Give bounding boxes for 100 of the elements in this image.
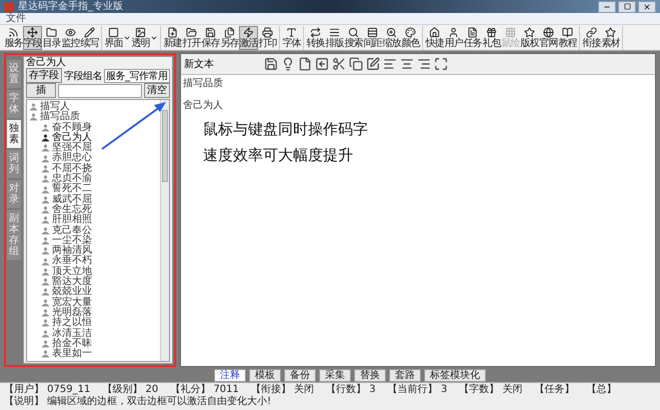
toolbar-button[interactable]: 教程 [558,26,577,50]
tree-item[interactable]: 赤胆忠心 [52,153,92,164]
back-icon[interactable] [315,57,329,71]
file-icon[interactable] [298,57,312,71]
toolbar-button[interactable]: 字体 [282,26,301,50]
tree-item[interactable]: 宽宏大量 [52,298,92,308]
align-right-icon[interactable] [417,57,431,71]
person-icon [41,350,50,358]
clear-button[interactable]: 清空 [144,83,170,98]
toolbar-button[interactable]: 缩放 [382,26,401,50]
insert-button[interactable]: 插 [26,83,56,98]
tree-item[interactable]: 兢兢业业 [52,287,92,298]
toolbar-button[interactable]: 颜色 [401,26,420,50]
tree-item[interactable]: 描写品质 [40,112,80,123]
save-field-button[interactable]: 存字段 [26,68,62,83]
toolbar-button[interactable]: 目录 [42,26,61,50]
toolbar-button[interactable]: 衔接 [582,26,601,50]
tree-item[interactable]: 奋不顾身 [52,122,92,133]
status-item: 【当前行】 3 [388,384,448,396]
toolbar-button[interactable]: 快捷 [425,26,444,50]
toolbar-button[interactable]: 转换 [306,26,325,50]
tree-item[interactable]: 表里如一 [52,349,92,360]
toolbar-button[interactable]: 打开 [182,26,201,50]
toolbar-button[interactable]: 搜索 [344,26,363,50]
group-label: 字段组名 [64,70,102,82]
side-tab[interactable]: 独素 [7,120,21,148]
tree-item[interactable]: 舍己为人 [52,132,92,144]
text-field[interactable] [58,84,142,98]
lightbulb-icon[interactable] [281,57,295,71]
toolbar-button[interactable]: 官网 [539,26,558,50]
toolbar-button[interactable]: 透明 [131,26,150,50]
toolbar-button[interactable]: 用户 [444,26,463,50]
scissors-icon[interactable] [332,57,346,71]
align-left-icon[interactable] [383,57,397,71]
toolbar-button[interactable]: 新建 [163,26,182,50]
person-icon [41,124,50,132]
toolbar-button[interactable]: 礼包 [482,26,501,50]
fullscreen-icon[interactable] [434,57,448,71]
toolbar-button[interactable]: 监控 [61,26,80,50]
toolbar-button[interactable]: 排版 [325,26,344,50]
person-icon [41,144,50,152]
maximize-icon [624,3,630,10]
toolbar-button[interactable]: 版权 [520,26,539,50]
close-button[interactable] [638,0,656,12]
bottom-tab[interactable]: 套路 [389,369,421,382]
bottom-tab[interactable]: 替换 [354,369,386,382]
toolbar-button[interactable]: 任务 [463,26,482,50]
status-item: 【衔接】 关闭 [250,384,314,396]
copy-icon[interactable] [349,57,363,71]
status-item: 【礼分】 7011 [170,384,239,396]
edit-icon[interactable] [366,57,380,71]
printer-icon [262,26,273,38]
rss-icon [8,26,19,38]
toolbar-button[interactable]: 激活 [239,26,258,50]
lines-icon [329,26,340,38]
person-icon [29,103,38,112]
tree-item[interactable]: 威武不屈 [52,194,92,205]
scrollbar[interactable] [160,100,169,361]
panel-title: 舍己为人 [25,57,67,68]
tree-item[interactable]: 肝胆相照 [52,215,92,226]
toolbar-button[interactable]: 打印 [258,26,277,50]
save-icon [205,26,216,38]
tree-item[interactable]: 克己奉公 [52,226,92,236]
search-icon [348,26,359,38]
toolbar-button[interactable]: 另存 [220,26,239,50]
toolbar-button[interactable]: 素材 [601,26,620,50]
align-center-icon[interactable] [400,57,414,71]
minimize-button[interactable] [598,0,616,12]
toolbar-button[interactable]: 界面 [104,26,123,50]
person-icon [41,330,50,338]
toolbar-button[interactable]: 续写 [80,26,99,50]
toolbar-button[interactable]: 服务 [4,26,23,50]
bottom-tab[interactable]: 模板 [249,369,281,382]
group-name-field[interactable]: 服务_写作常用 [104,68,170,82]
tree-item[interactable]: 冰清玉洁 [52,328,92,339]
tree-item[interactable]: 永垂不朽 [52,256,92,267]
bottom-tab[interactable]: 采集 [319,369,351,382]
user-icon [448,26,459,38]
bottom-tab[interactable]: 备份 [284,369,316,382]
toolbar-button[interactable]: 字段 [23,26,42,50]
person-icon [41,288,50,296]
save-icon[interactable] [264,57,278,71]
bottom-tab[interactable]: 标签模块化 [424,369,486,382]
bottom-tab[interactable]: 注释 [214,369,246,382]
open-folder-icon [186,26,197,38]
text-line: 舍己为人 [183,100,224,112]
home-icon [429,26,440,38]
status-item: 【任务】 [534,384,574,396]
toolbar-button[interactable]: 间距 [363,26,382,50]
tree-item[interactable]: 誓死不二 [52,184,92,195]
person-icon [41,268,50,276]
window-icon [108,26,119,38]
person-icon [41,298,50,307]
person-icon [41,247,50,256]
menu-item[interactable]: 文件 [6,12,26,24]
maximize-button[interactable] [618,0,636,12]
toolbar-button[interactable]: 保存 [201,26,220,50]
tree-item[interactable]: 持之以恒 [52,318,92,329]
lightning-icon [243,26,254,38]
status-item: 【行数】 3 [326,384,376,396]
